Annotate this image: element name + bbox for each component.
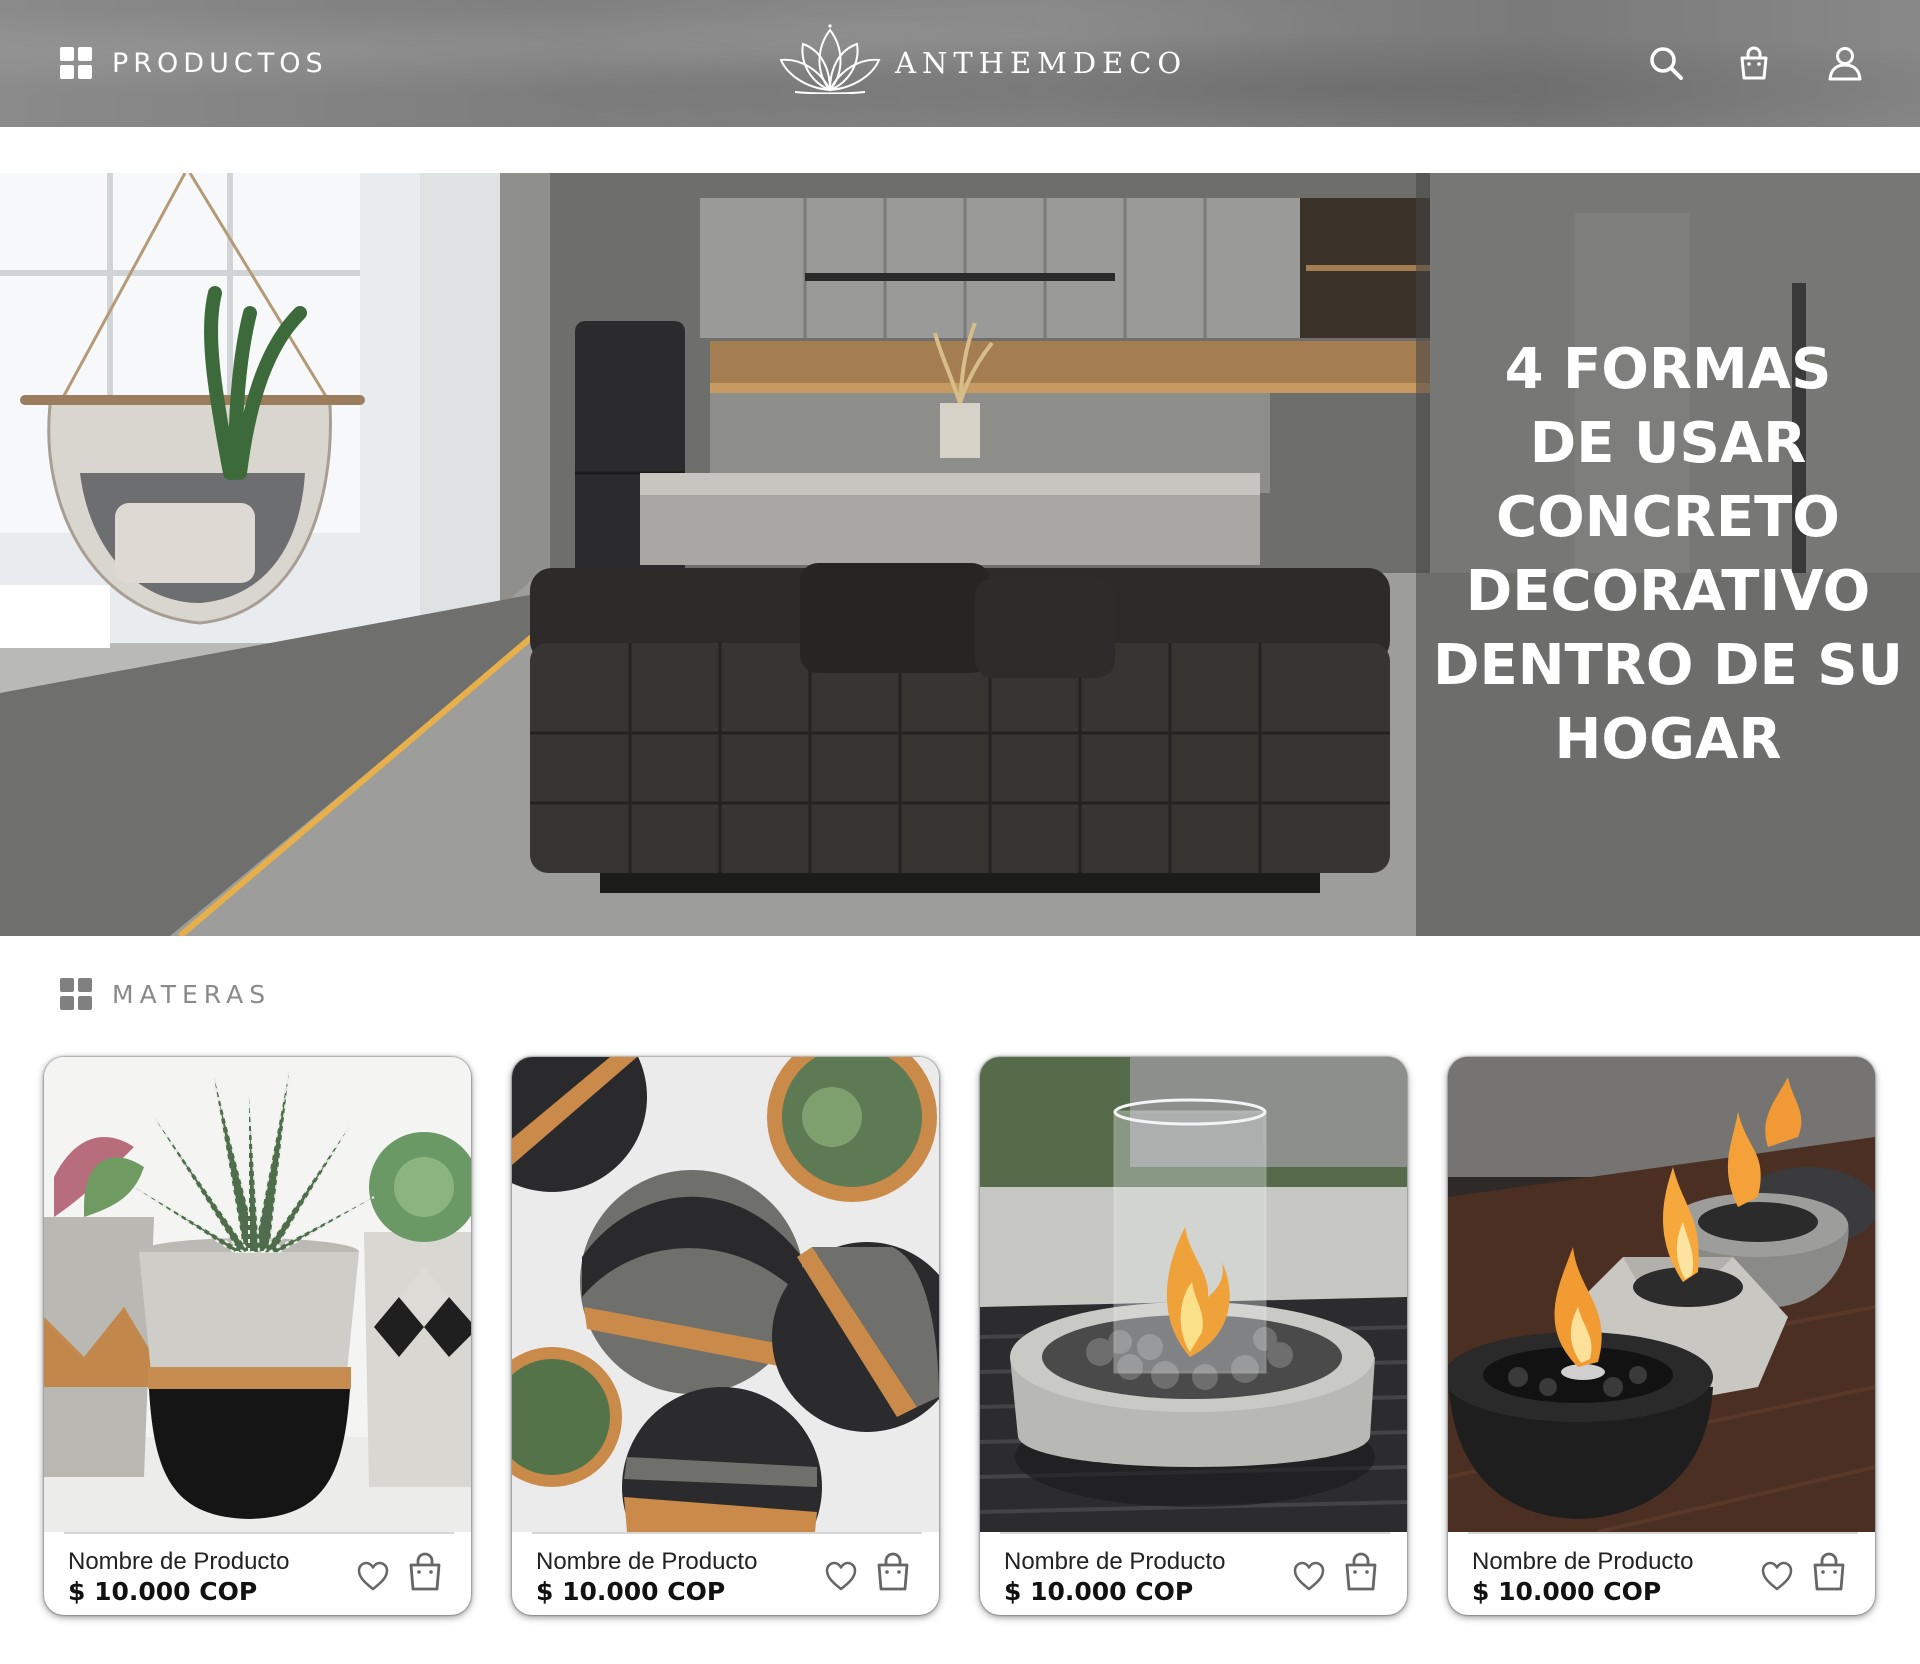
shopping-bag-icon[interactable] (1735, 44, 1773, 82)
divider (532, 1532, 922, 1534)
top-header: PRODUCTOS ANTHEMDECO (0, 0, 1920, 127)
hero-side-tab (0, 585, 110, 648)
product-card[interactable]: Nombre de Producto $ 10.000 COP (44, 1057, 471, 1615)
product-card[interactable]: Nombre de Producto $ 10.000 COP (512, 1057, 939, 1615)
heart-icon[interactable] (824, 1560, 858, 1592)
heart-icon[interactable] (1292, 1560, 1326, 1592)
product-image (980, 1057, 1407, 1532)
product-image (1448, 1057, 1875, 1532)
product-price: $ 10.000 COP (1004, 1577, 1194, 1606)
product-card[interactable]: Nombre de Producto $ 10.000 COP (980, 1057, 1407, 1615)
product-price: $ 10.000 COP (68, 1577, 258, 1606)
divider (1000, 1532, 1390, 1534)
shopping-bag-icon[interactable] (406, 1552, 444, 1592)
products-menu-label: PRODUCTOS (112, 47, 328, 79)
section-heading[interactable]: MATERAS (60, 978, 271, 1010)
hero-title-line: DECORATIVO (1465, 559, 1871, 624)
hero-title-line: DENTRO DE SU (1432, 633, 1904, 698)
hero-title: 4 FORMAS DE USAR CONCRETO DECORATIVO DEN… (1416, 333, 1920, 777)
brand-name: ANTHEMDECO (895, 46, 1188, 80)
product-info: Nombre de Producto $ 10.000 COP (44, 1532, 471, 1615)
grid-icon (60, 47, 92, 79)
product-info: Nombre de Producto $ 10.000 COP (980, 1532, 1407, 1615)
product-price: $ 10.000 COP (536, 1577, 726, 1606)
product-name: Nombre de Producto (1472, 1548, 1694, 1575)
product-image (512, 1057, 939, 1532)
heart-icon[interactable] (1760, 1560, 1794, 1592)
hero-title-line: HOGAR (1554, 707, 1782, 772)
product-info: Nombre de Producto $ 10.000 COP (512, 1532, 939, 1615)
shopping-bag-icon[interactable] (874, 1552, 912, 1592)
product-info: Nombre de Producto $ 10.000 COP (1448, 1532, 1875, 1615)
hero-title-line: 4 FORMAS (1504, 337, 1832, 402)
user-icon[interactable] (1826, 44, 1864, 82)
divider (1468, 1532, 1858, 1534)
product-name: Nombre de Producto (1004, 1548, 1226, 1575)
product-name: Nombre de Producto (536, 1548, 758, 1575)
lotus-logo-icon (779, 24, 881, 94)
section-title: MATERAS (112, 979, 272, 1009)
shopping-bag-icon[interactable] (1810, 1552, 1848, 1592)
product-image (44, 1057, 471, 1532)
heart-icon[interactable] (356, 1560, 390, 1592)
product-price: $ 10.000 COP (1472, 1577, 1662, 1606)
product-name: Nombre de Producto (68, 1548, 290, 1575)
hero-banner[interactable]: 4 FORMAS DE USAR CONCRETO DECORATIVO DEN… (0, 173, 1920, 936)
brand-logo[interactable]: ANTHEMDECO (775, 22, 1187, 94)
divider (64, 1532, 454, 1534)
hero-title-line: CONCRETO (1496, 485, 1840, 550)
grid-icon (60, 978, 92, 1010)
product-card[interactable]: Nombre de Producto $ 10.000 COP (1448, 1057, 1875, 1615)
shopping-bag-icon[interactable] (1342, 1552, 1380, 1592)
hero-title-line: DE USAR (1529, 411, 1807, 476)
search-icon[interactable] (1647, 44, 1685, 82)
products-menu-button[interactable]: PRODUCTOS (60, 47, 328, 79)
